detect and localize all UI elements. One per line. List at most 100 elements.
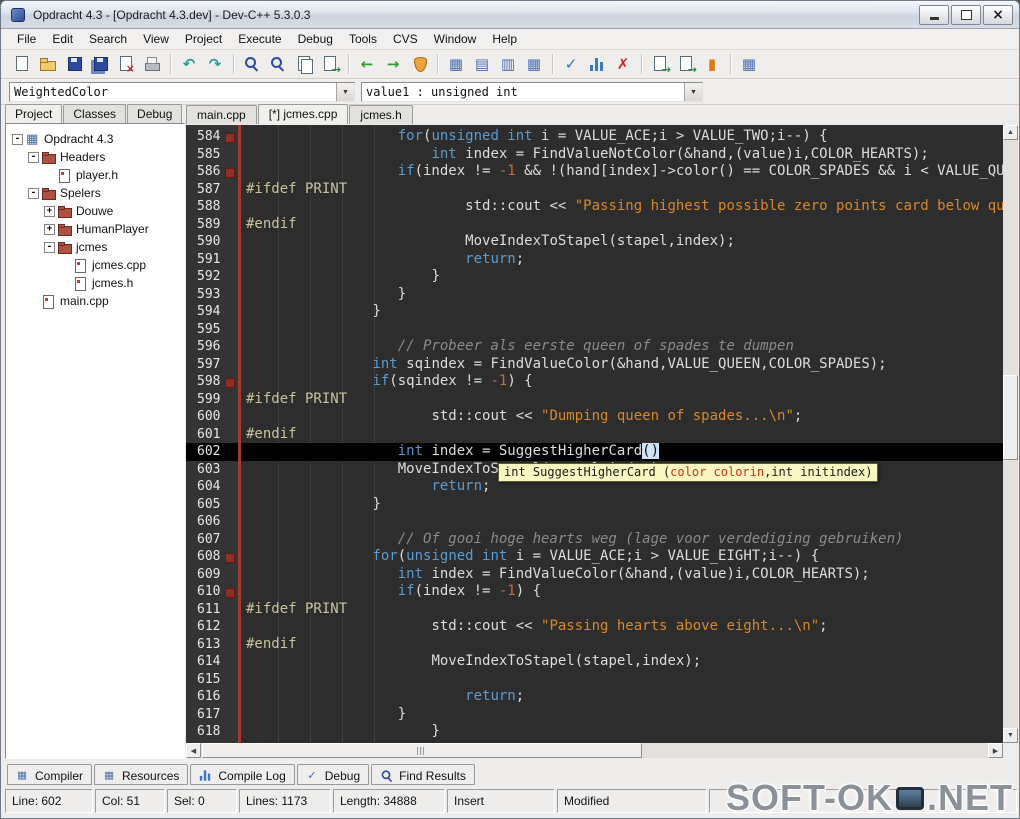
app-icon[interactable]: [11, 8, 25, 22]
scroll-down-icon[interactable]: ▼: [1003, 728, 1018, 743]
print-button[interactable]: [139, 52, 165, 76]
gutter-line-584[interactable]: 584: [186, 128, 238, 146]
breakpoint-marker[interactable]: [225, 553, 235, 563]
chevron-down-icon[interactable]: ▼: [336, 83, 354, 101]
gutter-line-589[interactable]: 589: [186, 216, 238, 234]
code-line-587[interactable]: #ifdef PRINT: [246, 181, 1003, 199]
gutter-line-602[interactable]: 602: [186, 443, 238, 461]
menu-view[interactable]: View: [135, 29, 177, 49]
gutter-line-590[interactable]: 590: [186, 233, 238, 251]
redo-button[interactable]: ↷: [202, 52, 228, 76]
abort-button[interactable]: ✗: [610, 52, 636, 76]
menu-window[interactable]: Window: [426, 29, 485, 49]
goto-bookmark-button[interactable]: ▮: [699, 52, 725, 76]
run-button[interactable]: →: [380, 52, 406, 76]
tree-item-headers[interactable]: -Headers: [6, 148, 184, 166]
code-line-614[interactable]: MoveIndexToStapel(stapel,index);: [246, 653, 1003, 671]
collapse-icon[interactable]: -: [28, 152, 39, 163]
expand-icon[interactable]: +: [44, 206, 55, 217]
gutter-line-595[interactable]: 595: [186, 321, 238, 339]
menu-edit[interactable]: Edit: [44, 29, 81, 49]
report-tab-debug[interactable]: ✓Debug: [297, 764, 369, 785]
gutter-line-609[interactable]: 609: [186, 566, 238, 584]
find-button[interactable]: [239, 52, 265, 76]
menu-tools[interactable]: Tools: [341, 29, 385, 49]
menu-cvs[interactable]: CVS: [385, 29, 426, 49]
code-line-598[interactable]: if(sqindex != -1) {: [246, 373, 1003, 391]
toggle-bookmark-button[interactable]: [673, 52, 699, 76]
collapse-icon[interactable]: -: [44, 242, 55, 253]
close-button[interactable]: ×: [983, 5, 1013, 25]
code-line-589[interactable]: #endif: [246, 216, 1003, 234]
tree-item-humanplayer[interactable]: +HumanPlayer: [6, 220, 184, 238]
expand-icon[interactable]: +: [44, 224, 55, 235]
new-file-button[interactable]: [9, 52, 35, 76]
code-line-592[interactable]: }: [246, 268, 1003, 286]
code-line-616[interactable]: return;: [246, 688, 1003, 706]
breakpoint-marker[interactable]: [225, 168, 235, 178]
tree-item-jcmes-cpp[interactable]: jcmes.cpp: [6, 256, 184, 274]
menu-search[interactable]: Search: [81, 29, 135, 49]
editor-tab--jcmes.cpp[interactable]: [*] jcmes.cpp: [258, 104, 349, 124]
undo-button[interactable]: ↶: [176, 52, 202, 76]
gutter-line-617[interactable]: 617: [186, 706, 238, 724]
save-all-button[interactable]: [87, 52, 113, 76]
collapse-icon[interactable]: -: [28, 188, 39, 199]
report-tab-resources[interactable]: ▦Resources: [94, 764, 188, 785]
gutter-line-598[interactable]: 598: [186, 373, 238, 391]
code-line-602[interactable]: int index = SuggestHigherCard(): [246, 443, 1003, 461]
gutter-line-615[interactable]: 615: [186, 671, 238, 689]
editor-tab-main.cpp[interactable]: main.cpp: [186, 105, 257, 124]
chevron-down-icon[interactable]: ▼: [684, 83, 702, 101]
gutter-line-612[interactable]: 612: [186, 618, 238, 636]
replace-button[interactable]: [291, 52, 317, 76]
code-editor[interactable]: 5845855865875885895905915925935945955965…: [186, 125, 1003, 743]
gutter-line-586[interactable]: 586: [186, 163, 238, 181]
code-line-618[interactable]: }: [246, 723, 1003, 741]
breakpoint-marker[interactable]: [225, 378, 235, 388]
code-line-600[interactable]: std::cout << "Dumping queen of spades...…: [246, 408, 1003, 426]
gutter-line-596[interactable]: 596: [186, 338, 238, 356]
window-list-button[interactable]: ▦: [736, 52, 762, 76]
horizontal-scrollbar[interactable]: ◀ ▶: [186, 743, 1003, 758]
gutter-line-611[interactable]: 611: [186, 601, 238, 619]
tree-item-spelers[interactable]: -Spelers: [6, 184, 184, 202]
tree-item-jcmes-h[interactable]: jcmes.h: [6, 274, 184, 292]
code-line-584[interactable]: for(unsigned int i = VALUE_ACE;i > VALUE…: [246, 128, 1003, 146]
code-line-601[interactable]: #endif: [246, 426, 1003, 444]
gutter-line-599[interactable]: 599: [186, 391, 238, 409]
profile-button[interactable]: [584, 52, 610, 76]
code-line-615[interactable]: [246, 671, 1003, 689]
code-line-596[interactable]: // Probeer als eerste queen of spades te…: [246, 338, 1003, 356]
debug-button[interactable]: [406, 52, 432, 76]
code-line-609[interactable]: int index = FindValueColor(&hand,(value)…: [246, 566, 1003, 584]
menu-help[interactable]: Help: [484, 29, 525, 49]
gutter-line-618[interactable]: 618: [186, 723, 238, 741]
open-project-button[interactable]: ▤: [469, 52, 495, 76]
gutter-line-591[interactable]: 591: [186, 251, 238, 269]
menu-project[interactable]: Project: [177, 29, 230, 49]
editor-tab-jcmes.h[interactable]: jcmes.h: [349, 105, 412, 124]
report-tab-find-results[interactable]: Find Results: [371, 764, 475, 785]
tree-item-opdracht-4-3[interactable]: -▦Opdracht 4.3: [6, 130, 184, 148]
member-combo[interactable]: value1 : unsigned int ▼: [361, 82, 703, 102]
horizontal-scroll-thumb[interactable]: [202, 743, 642, 758]
code-line-599[interactable]: #ifdef PRINT: [246, 391, 1003, 409]
tree-item-douwe[interactable]: +Douwe: [6, 202, 184, 220]
gutter-line-585[interactable]: 585: [186, 146, 238, 164]
minimize-button[interactable]: [919, 5, 949, 25]
gutter-line-610[interactable]: 610: [186, 583, 238, 601]
report-tab-compile-log[interactable]: Compile Log: [190, 764, 294, 785]
gutter-line-603[interactable]: 603: [186, 461, 238, 479]
code-line-593[interactable]: }: [246, 286, 1003, 304]
panel-tab-project[interactable]: Project: [5, 104, 62, 123]
gutter-line-597[interactable]: 597: [186, 356, 238, 374]
open-file-button[interactable]: [35, 52, 61, 76]
maximize-button[interactable]: [951, 5, 981, 25]
goto-line-button[interactable]: [317, 52, 343, 76]
tree-item-main-cpp[interactable]: main.cpp: [6, 292, 184, 310]
breakpoint-marker[interactable]: [225, 588, 235, 598]
breakpoint-marker[interactable]: [225, 133, 235, 143]
save-file-button[interactable]: [61, 52, 87, 76]
code-line-588[interactable]: std::cout << "Passing highest possible z…: [246, 198, 1003, 216]
